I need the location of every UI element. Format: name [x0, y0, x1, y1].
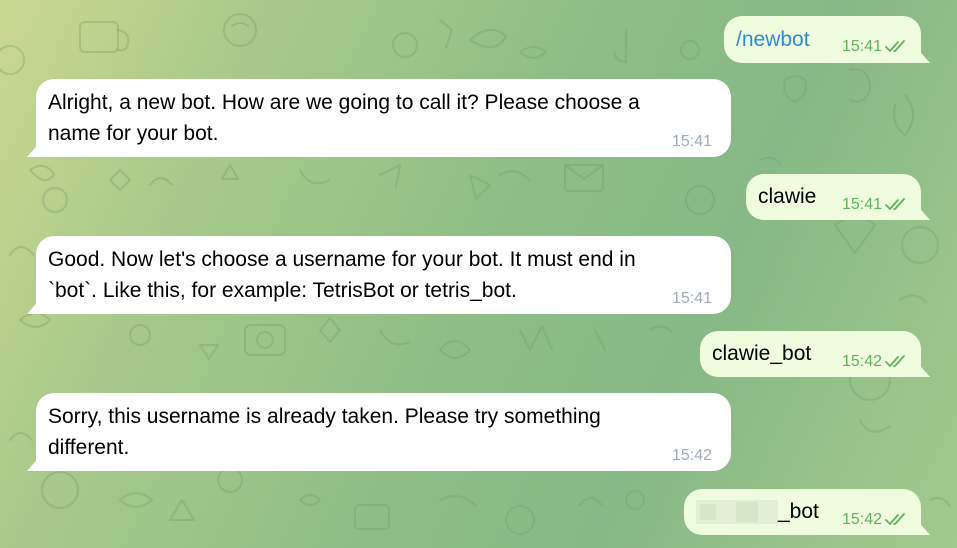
redacted-username-block [696, 500, 778, 524]
message-time: 15:41 [842, 38, 883, 55]
message-time: 15:41 [672, 290, 713, 307]
message-text: clawie_bot [712, 342, 812, 365]
message-bubble-incoming[interactable]: Good. Now let's choose a username for yo… [36, 236, 731, 314]
message-bubble-outgoing[interactable]: clawie 15:41 [746, 174, 921, 220]
message-text: _bot [778, 500, 819, 523]
command-link[interactable]: /newbot [736, 24, 810, 55]
message-text: clawie [758, 185, 817, 208]
message-meta: 15:42 [842, 353, 910, 371]
double-check-icon [885, 198, 905, 210]
double-check-icon [885, 355, 905, 367]
message-bubble-outgoing[interactable]: _bot 15:42 [684, 489, 921, 535]
message-bubble-incoming[interactable]: Sorry, this username is already taken. P… [36, 393, 731, 471]
chat-background: /newbot 15:41 Alright, a new bot. How ar… [0, 0, 957, 548]
message-meta: 15:41 [842, 196, 910, 214]
message-meta: 15:42 [672, 447, 712, 465]
message-time: 15:42 [842, 353, 883, 370]
message-time: 15:41 [842, 196, 883, 213]
double-check-icon [885, 513, 905, 525]
double-check-icon [885, 40, 905, 52]
message-meta: 15:41 [842, 38, 910, 56]
message-bubble-outgoing[interactable]: /newbot 15:41 [724, 16, 921, 63]
message-bubble-incoming[interactable]: Alright, a new bot. How are we going to … [36, 79, 731, 157]
message-text: Alright, a new bot. How are we going to … [48, 91, 640, 145]
message-meta: 15:41 [672, 290, 712, 308]
message-text: Sorry, this username is already taken. P… [48, 405, 601, 459]
message-meta: 15:41 [672, 133, 712, 151]
message-bubble-outgoing[interactable]: clawie_bot 15:42 [700, 331, 921, 377]
message-time: 15:42 [842, 511, 883, 528]
message-time: 15:42 [672, 447, 713, 464]
message-text: Good. Now let's choose a username for yo… [48, 248, 636, 302]
message-time: 15:41 [672, 133, 713, 150]
message-meta: 15:42 [842, 511, 910, 529]
